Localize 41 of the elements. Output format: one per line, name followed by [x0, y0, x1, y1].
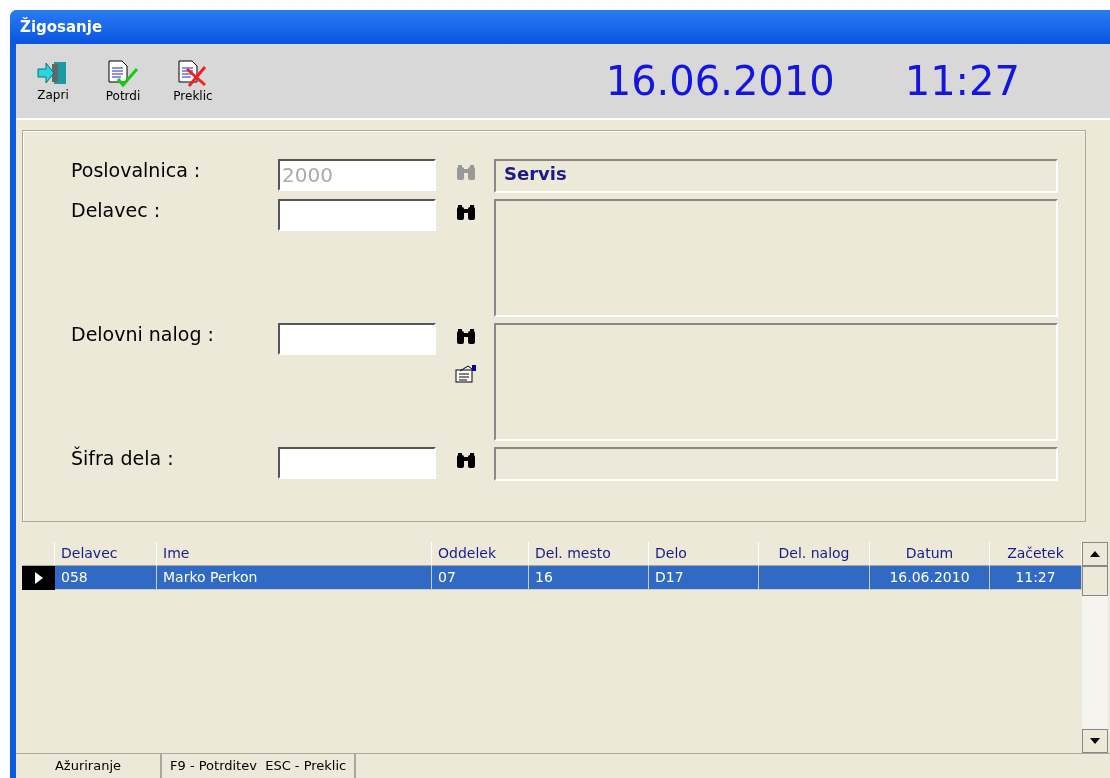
document-check-icon	[105, 59, 141, 87]
binoculars-icon[interactable]	[455, 205, 477, 221]
column-header[interactable]: Del. nalog	[759, 542, 870, 566]
date-text: 16.06.2010	[605, 58, 835, 104]
input-field[interactable]	[278, 447, 436, 479]
scroll-thumb[interactable]	[1082, 566, 1108, 596]
toolbar-button[interactable]: Zapri	[22, 56, 84, 106]
binoculars-icon[interactable]	[455, 453, 477, 469]
field-label: Delavec :	[71, 198, 161, 221]
input-field[interactable]	[278, 323, 436, 355]
scrollbar[interactable]	[1082, 542, 1108, 753]
table-cell: 16.06.2010	[870, 566, 990, 590]
table-cell: 16	[529, 566, 649, 590]
column-header[interactable]: Delavec	[55, 542, 157, 566]
toolbar-button[interactable]: Preklic	[162, 55, 224, 107]
column-header[interactable]: Del. mesto	[529, 542, 649, 566]
field-label: Šifra dela :	[71, 445, 174, 469]
table-cell: Marko Perkon	[157, 566, 432, 590]
column-header[interactable]: Datum	[870, 542, 990, 566]
status-mode: Ažuriranje	[16, 754, 162, 778]
input-field[interactable]	[278, 199, 436, 231]
field-label: Delovni nalog :	[71, 322, 214, 345]
table-cell: D17	[649, 566, 759, 590]
window-title: Žigosanje	[10, 10, 1110, 44]
form-edit-icon[interactable]	[455, 365, 477, 383]
table-cell: 058	[55, 566, 157, 590]
info-display: Servis	[494, 159, 1058, 193]
field-label: Poslovalnica :	[71, 158, 201, 181]
table-cell: 07	[432, 566, 529, 590]
status-hint: F9 - Potrditev ESC - Preklic	[162, 754, 357, 778]
table-cell: 11:27	[990, 566, 1082, 590]
column-header[interactable]: Delo	[649, 542, 759, 566]
row-pointer-icon	[33, 572, 44, 584]
column-header[interactable]: Začetek	[990, 542, 1082, 566]
column-header[interactable]: Ime	[157, 542, 432, 566]
time-text: 11:27	[904, 58, 1020, 104]
toolbar-button[interactable]: Potrdi	[92, 55, 154, 107]
column-header[interactable]: Oddelek	[432, 542, 529, 566]
scroll-up-icon[interactable]	[1090, 551, 1100, 557]
binoculars-icon[interactable]	[455, 329, 477, 345]
scroll-down-icon[interactable]	[1090, 738, 1100, 744]
